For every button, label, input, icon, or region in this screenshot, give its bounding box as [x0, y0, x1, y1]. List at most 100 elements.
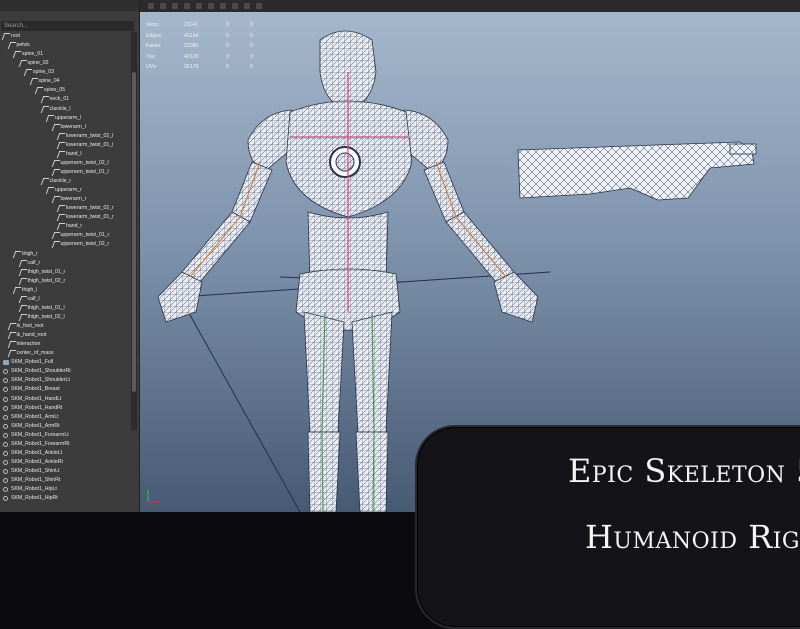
- outliner-item[interactable]: SKM_Robot1_ShoulderLt: [0, 376, 131, 385]
- outliner-search-input[interactable]: Search...: [1, 21, 134, 31]
- joint-icon: [51, 168, 60, 176]
- outliner-item[interactable]: SKM_Robot1_HipLt: [0, 485, 131, 494]
- outliner-item[interactable]: thigh_twist_02_l: [0, 313, 131, 322]
- group-icon: [3, 487, 8, 493]
- scrollbar-thumb[interactable]: [132, 72, 136, 392]
- outliner-item-label: clavicle_r: [49, 178, 72, 184]
- group-icon: [3, 459, 8, 465]
- outliner-item[interactable]: spine_03: [0, 68, 131, 77]
- outliner-item[interactable]: SKM_Robot1_ForearmLt: [0, 431, 131, 440]
- outliner-menubar[interactable]: [0, 0, 139, 11]
- outliner-item[interactable]: SKM_Robot1_HandLt: [0, 395, 131, 404]
- isolate-icon[interactable]: [256, 3, 262, 9]
- outliner-item[interactable]: spine_02: [0, 59, 131, 68]
- outliner-item[interactable]: lowerarm_r: [0, 195, 131, 204]
- outliner-item-label: SKM_Robot1_AnkleRt: [11, 458, 63, 465]
- outliner-item-label: SKM_Robot1_ForearmRt: [11, 440, 70, 447]
- outliner-item[interactable]: calf_r: [0, 259, 131, 268]
- outliner-item[interactable]: clavicle_l: [0, 105, 131, 114]
- outliner-item-label: lowerarm_twist_01_l: [66, 141, 114, 148]
- outliner-item[interactable]: thigh_r: [0, 250, 131, 259]
- outliner-item[interactable]: thigh_twist_01_r: [0, 268, 131, 277]
- wireframe-icon[interactable]: [184, 3, 190, 9]
- outliner-item-label: upperarm_twist_02_r: [60, 241, 110, 248]
- outliner-item[interactable]: ik_hand_root: [0, 331, 131, 340]
- outliner-item-label: lowerarm_l: [60, 123, 86, 130]
- outliner-item[interactable]: SKM_Robot1_ShinRt: [0, 476, 131, 485]
- texture-icon[interactable]: [208, 3, 214, 9]
- outliner-item[interactable]: SKM_Robot1_HipRt: [0, 494, 131, 503]
- outliner-item[interactable]: SKM_Robot1_ShinLt: [0, 467, 131, 476]
- outliner-item[interactable]: thigh_l: [0, 286, 131, 295]
- joint-icon: [51, 159, 60, 167]
- outliner-item-label: spine_01: [22, 51, 44, 58]
- outliner-item[interactable]: upperarm_twist_02_l: [0, 159, 131, 168]
- outliner-item[interactable]: lowerarm_l: [0, 123, 131, 132]
- outliner-item[interactable]: upperarm_twist_01_r: [0, 231, 131, 240]
- outliner-item[interactable]: lowerarm_twist_01_l: [0, 141, 131, 150]
- outliner-item-label: spine_04: [38, 78, 60, 85]
- outliner-item[interactable]: SKM_Robot1_ShoulderRt: [0, 367, 131, 376]
- joint-icon: [7, 42, 16, 50]
- outliner-panel: Search... root pelvis spine_01 spine_02 spin…: [0, 0, 140, 512]
- outliner-item[interactable]: pelvis: [0, 41, 131, 50]
- smooth-shade-icon[interactable]: [196, 3, 202, 9]
- outliner-item-label: spine_03: [33, 69, 55, 76]
- outliner-item-label: thigh_l: [22, 286, 38, 293]
- outliner-item[interactable]: hand_r: [0, 222, 131, 231]
- outliner-item[interactable]: SKM_Robot1_AnkleLt: [0, 449, 131, 458]
- outliner-item[interactable]: interaction: [0, 340, 131, 349]
- outliner-item[interactable]: spine_04: [0, 77, 131, 86]
- outliner-item[interactable]: SKM_Robot1_AnkleRt: [0, 458, 131, 467]
- outliner-item[interactable]: lowerarm_twist_01_r: [0, 213, 131, 222]
- outliner-item-label: SKM_Robot1_ShinRt: [11, 477, 61, 484]
- outliner-item[interactable]: calf_l: [0, 295, 131, 304]
- outliner-item[interactable]: spine_05: [0, 86, 131, 95]
- outliner-item[interactable]: upperarm_twist_01_l: [0, 168, 131, 177]
- joint-icon: [12, 250, 22, 258]
- outliner-item[interactable]: ik_foot_root: [0, 322, 131, 331]
- outliner-item[interactable]: upperarm_twist_02_r: [0, 240, 131, 249]
- banner-title-line2: Humanoid Rig: [585, 518, 800, 556]
- outliner-item-label: hand_l: [66, 150, 82, 157]
- camera-icon[interactable]: [160, 3, 166, 9]
- joint-icon: [18, 259, 27, 267]
- outliner-item[interactable]: thigh_twist_02_r: [0, 277, 131, 286]
- select-tool-icon[interactable]: [148, 3, 154, 9]
- outliner-item[interactable]: SKM_Robot1_ArmRt: [0, 422, 131, 431]
- joint-icon: [7, 341, 16, 349]
- outliner-item[interactable]: hand_l: [0, 150, 131, 159]
- joint-icon: [12, 286, 22, 294]
- outliner-item[interactable]: upperarm_l: [0, 114, 131, 123]
- joint-icon: [18, 277, 27, 285]
- outliner-item[interactable]: SKM_Robot1_Breast: [0, 385, 131, 394]
- outliner-item[interactable]: center_of_mass: [0, 349, 131, 358]
- grid-icon[interactable]: [172, 3, 178, 9]
- group-icon: [3, 387, 8, 393]
- joint-icon: [1, 33, 11, 40]
- outliner-item[interactable]: lowerarm_twist_02_r: [0, 204, 131, 213]
- outliner-item[interactable]: lowerarm_twist_02_l: [0, 132, 131, 141]
- shadow-icon[interactable]: [232, 3, 238, 9]
- outliner-item-label: SKM_Robot1_ShinLt: [11, 468, 60, 474]
- group-icon: [3, 378, 8, 384]
- outliner-item[interactable]: upperarm_r: [0, 186, 131, 195]
- outliner-item[interactable]: SKM_Robot1_Full: [0, 358, 131, 367]
- light-icon[interactable]: [220, 3, 226, 9]
- outliner-item[interactable]: thigh_twist_01_l: [0, 304, 131, 313]
- outliner-item[interactable]: clavicle_r: [0, 177, 131, 186]
- outliner-item-label: calf_l: [27, 295, 40, 302]
- outliner-item[interactable]: SKM_Robot1_ForearmRt: [0, 440, 131, 449]
- outliner-item[interactable]: neck_01: [0, 95, 131, 104]
- group-icon: [3, 441, 8, 447]
- joint-icon: [56, 132, 66, 140]
- outliner-item[interactable]: spine_01: [0, 50, 131, 59]
- outliner-item[interactable]: SKM_Robot1_ArmLt: [0, 413, 131, 422]
- outliner-item-label: SKM_Robot1_HandRt: [11, 404, 63, 411]
- outliner-item-label: calf_r: [27, 259, 41, 266]
- banner-title-line1: Epic Skeleton 5: [568, 452, 800, 490]
- outliner-item[interactable]: SKM_Robot1_HandRt: [0, 404, 131, 413]
- outliner-scrollbar[interactable]: [131, 32, 137, 430]
- xray-icon[interactable]: [244, 3, 250, 9]
- outliner-item[interactable]: root: [0, 32, 131, 41]
